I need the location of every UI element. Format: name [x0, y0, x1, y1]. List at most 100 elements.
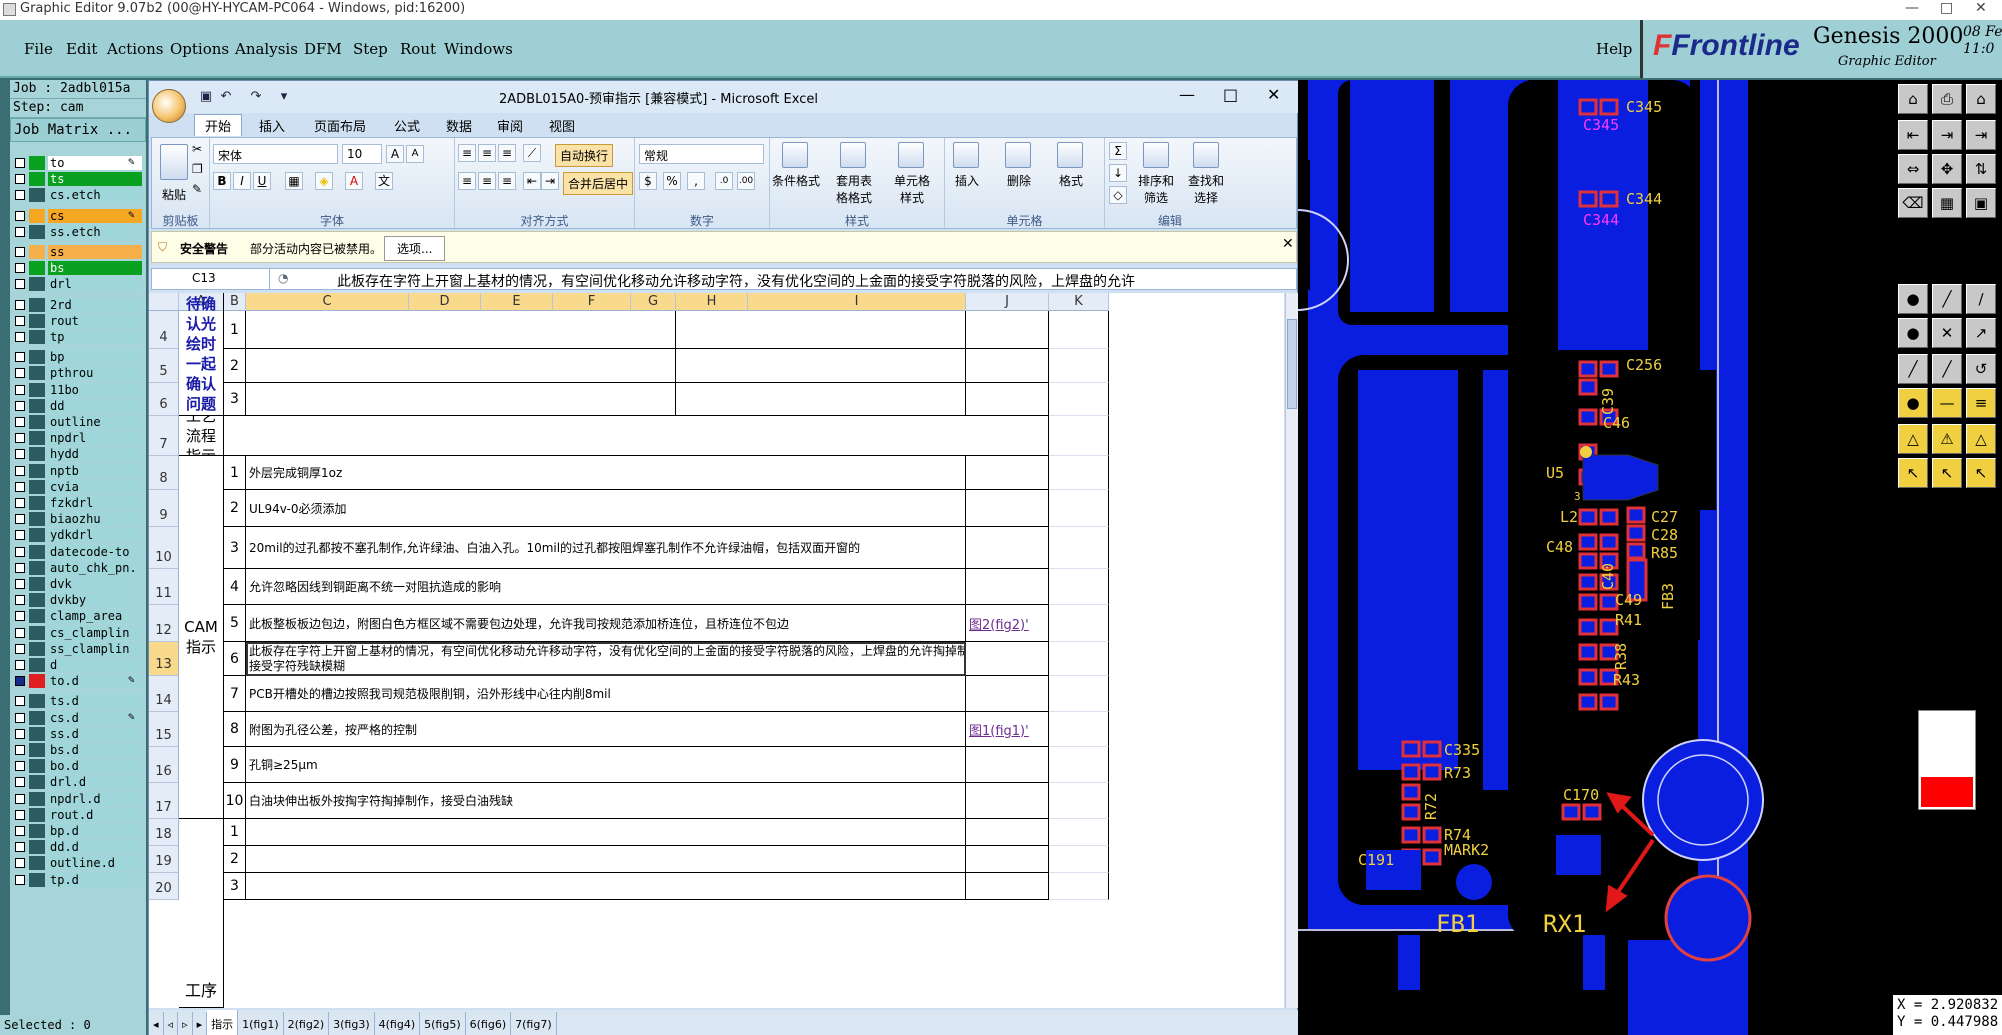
layer-checkbox[interactable]	[15, 777, 25, 788]
layer-checkbox[interactable]	[15, 530, 25, 541]
vertical-scrollbar[interactable]	[1285, 293, 1298, 1008]
decrease-decimal-icon[interactable]: .00	[737, 172, 755, 190]
layer-checkbox[interactable]	[15, 263, 25, 274]
menu-step[interactable]: Step	[353, 40, 388, 58]
sheet-tab[interactable]: 4(fig4)	[375, 1012, 421, 1035]
sheet-nav-icon[interactable]: ◂	[149, 1012, 164, 1035]
comma-icon[interactable]: ,	[687, 172, 705, 190]
blank-cell[interactable]	[966, 383, 1049, 416]
layer-name[interactable]: pthrou	[48, 366, 142, 381]
layer-name[interactable]: bo.d	[48, 759, 142, 774]
tab-page-layout[interactable]: 页面布局	[314, 116, 366, 135]
layer-name[interactable]: bs	[48, 261, 142, 276]
row-header[interactable]: 4	[149, 311, 179, 349]
layer-checkbox[interactable]	[15, 332, 25, 342]
row-index-cell[interactable]: 7	[224, 676, 246, 712]
layer-color-swatch[interactable]	[29, 398, 45, 413]
layer-row[interactable]: to ✎	[10, 155, 146, 171]
layer-color-swatch[interactable]	[29, 277, 45, 292]
layer-row[interactable]: tp	[10, 329, 146, 345]
figure-link[interactable]: 图1(fig1)'	[969, 720, 1029, 739]
layer-checkbox[interactable]	[15, 627, 25, 638]
layer-checkbox[interactable]	[15, 643, 25, 654]
font-color-icon[interactable]: A	[345, 172, 363, 190]
rotate-icon[interactable]: ↺	[1966, 354, 1996, 384]
redo-icon[interactable]: ↷	[249, 90, 263, 104]
layer-row[interactable]: outline.d	[10, 855, 146, 871]
home-icon[interactable]: ⌂	[1898, 84, 1928, 114]
dot-icon[interactable]: ●	[1898, 388, 1928, 418]
layer-color-swatch[interactable]	[29, 188, 45, 203]
link-cell[interactable]	[966, 490, 1049, 527]
layer-color-swatch[interactable]	[29, 674, 45, 689]
format-painter-icon[interactable]: ✎	[192, 182, 202, 196]
row-header[interactable]: 7	[149, 416, 179, 456]
row-index-cell[interactable]: 4	[224, 569, 246, 605]
underline-icon[interactable]: U	[253, 172, 271, 190]
bold-icon[interactable]: B	[213, 172, 231, 190]
sheet-tab[interactable]: 7(fig7)	[511, 1012, 557, 1035]
sort-filter-icon[interactable]	[1143, 142, 1169, 168]
layer-checkbox[interactable]	[15, 579, 25, 589]
number-format-combo[interactable]: 常规	[639, 144, 764, 164]
column-header[interactable]: D	[409, 293, 481, 311]
layer-checkbox[interactable]	[15, 498, 25, 508]
menu-edit[interactable]: Edit	[66, 40, 97, 58]
layer-color-swatch[interactable]	[29, 544, 45, 559]
align-middle-icon[interactable]: ≡	[478, 144, 496, 162]
blank-cell[interactable]	[1049, 349, 1109, 383]
layer-row[interactable]: outline	[10, 414, 146, 430]
percent-icon[interactable]: %	[663, 172, 681, 190]
format-cells-button[interactable]: 格式	[1059, 172, 1083, 189]
layer-row[interactable]: rout	[10, 313, 146, 329]
zoom-in-icon[interactable]: ⇤	[1898, 120, 1928, 150]
row-header[interactable]: 17	[149, 783, 179, 819]
layer-name[interactable]: outline	[48, 415, 142, 429]
select-icon[interactable]: ↖	[1898, 458, 1928, 488]
row-header[interactable]: 15	[149, 712, 179, 747]
close-icon[interactable]: ✕	[1975, 0, 1987, 16]
column-header[interactable]: B	[224, 293, 246, 311]
layer-row[interactable]: cs.etch	[10, 187, 146, 203]
layer-row[interactable]: dvk	[10, 576, 146, 592]
insert-cells-icon[interactable]	[953, 142, 979, 168]
format-table-icon[interactable]	[840, 142, 866, 168]
layer-checkbox[interactable]	[15, 279, 25, 290]
row-index-cell[interactable]: 8	[224, 712, 246, 747]
snap-icon[interactable]: ▣	[1966, 188, 1996, 218]
qat-dropdown-icon[interactable]: ▾	[277, 90, 291, 104]
pan-icon[interactable]: ⇔	[1898, 154, 1928, 184]
link-cell[interactable]	[966, 676, 1049, 712]
triangle2-icon[interactable]: △	[1966, 424, 1996, 454]
instruction-cell[interactable]: 允许忽略因线到铜距离不统一对阻抗造成的影响	[246, 569, 966, 605]
sheet-nav-icon[interactable]: ◃	[164, 1012, 179, 1035]
layer-color-swatch[interactable]	[29, 625, 45, 640]
layer-row[interactable]: bp.d	[10, 823, 146, 839]
save-icon[interactable]: ▣	[199, 90, 213, 104]
excel-maximize-icon[interactable]: □	[1223, 85, 1238, 104]
blank-cell[interactable]	[246, 311, 676, 349]
row-header[interactable]: 18	[149, 819, 179, 846]
layer-color-swatch[interactable]	[29, 759, 45, 774]
link-cell[interactable]	[966, 783, 1049, 819]
borders-icon[interactable]: ▦	[285, 172, 303, 190]
increase-decimal-icon[interactable]: .0	[715, 172, 733, 190]
blank-cell[interactable]	[966, 311, 1049, 349]
layer-checkbox[interactable]	[15, 465, 25, 476]
row-header[interactable]: 11	[149, 569, 179, 605]
row-header[interactable]: 6	[149, 383, 179, 416]
layer-row[interactable]: ss	[10, 244, 146, 260]
row-index-cell[interactable]: 2	[224, 846, 246, 873]
link-cell[interactable]	[966, 527, 1049, 569]
layer-checkbox[interactable]	[15, 676, 25, 687]
align-left-icon[interactable]: ≡	[458, 172, 476, 190]
row-header[interactable]: 20	[149, 873, 179, 900]
layer-checkbox[interactable]	[15, 660, 25, 670]
office-button[interactable]	[152, 89, 186, 123]
instruction-cell[interactable]: 此板存在字符上开窗上基材的情况，有空间优化移动允许移动字符，没有优化空间的上金面…	[246, 642, 966, 676]
column-header[interactable]: H	[676, 293, 748, 311]
layer-row[interactable]: 2rd	[10, 297, 146, 313]
scroll-thumb[interactable]	[1287, 319, 1297, 409]
layer-name[interactable]: ts.d	[48, 694, 142, 709]
dash-icon[interactable]: —	[1932, 388, 1962, 418]
